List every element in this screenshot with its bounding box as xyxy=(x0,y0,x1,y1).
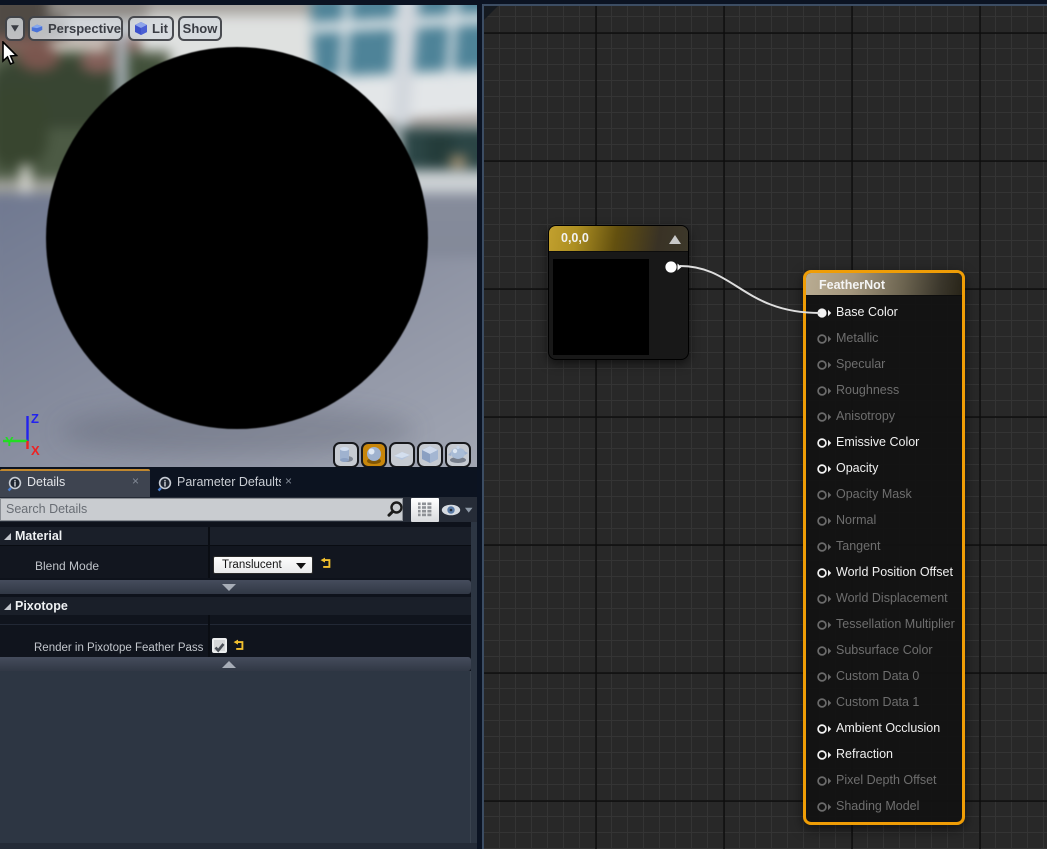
svg-text:i: i xyxy=(164,478,167,488)
svg-text:X: X xyxy=(31,443,40,458)
svg-text:Z: Z xyxy=(31,411,39,426)
svg-text:i: i xyxy=(14,478,17,488)
svg-text:Y: Y xyxy=(5,434,14,449)
